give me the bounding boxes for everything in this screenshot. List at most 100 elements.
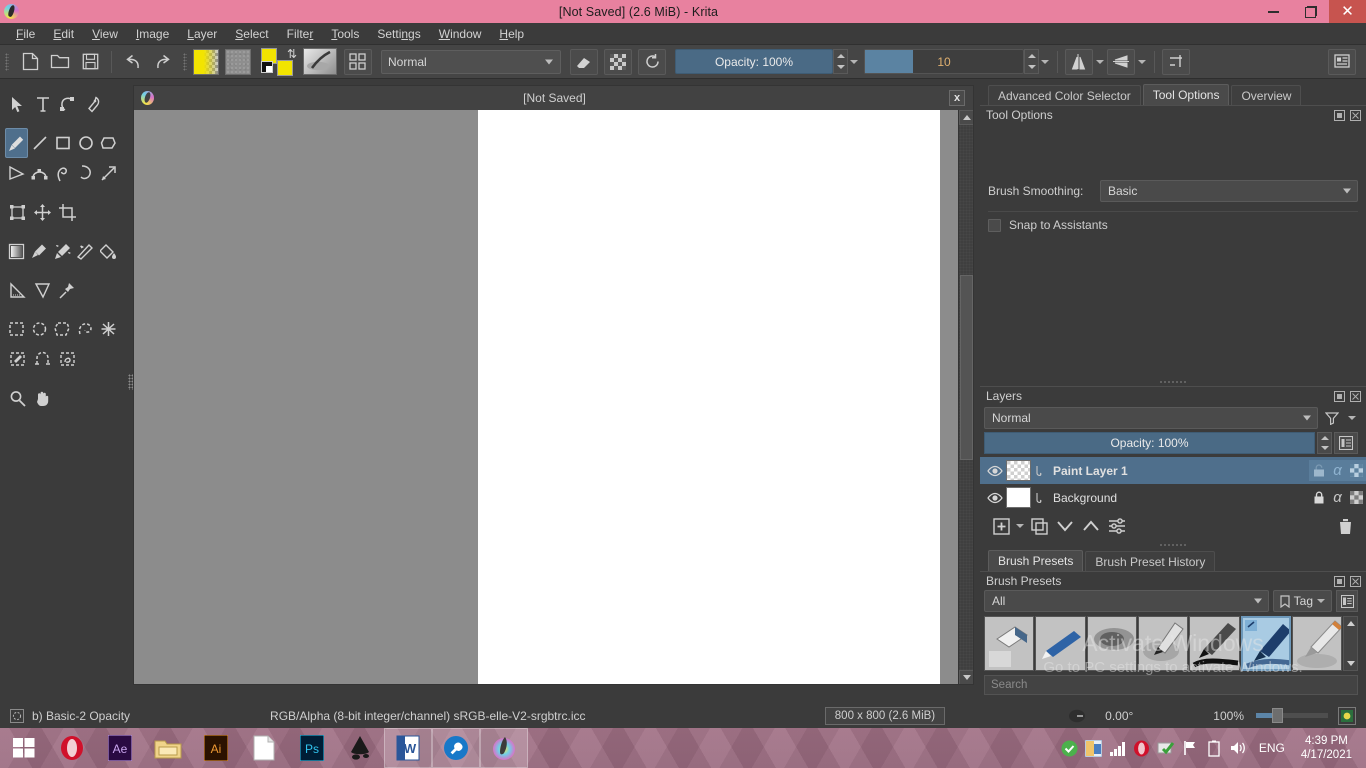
clock[interactable]: 4:39 PM 4/17/2021	[1295, 734, 1358, 762]
colorize-mask-tool[interactable]	[51, 236, 74, 266]
toolbar-grip-2[interactable]	[181, 51, 190, 73]
vertical-scroll-thumb[interactable]	[960, 275, 973, 460]
windows-start-icon[interactable]	[0, 728, 48, 768]
float-docker-icon[interactable]	[1333, 390, 1346, 403]
layer-thumbnail[interactable]	[1006, 487, 1031, 508]
status-rotation[interactable]: 0.00°	[1105, 709, 1133, 723]
layer-thumbnail[interactable]	[1006, 460, 1031, 481]
tab-tool-options[interactable]: Tool Options	[1142, 84, 1230, 105]
preset-search-input[interactable]: Search	[984, 675, 1358, 695]
layer-onion-icon[interactable]	[1034, 465, 1048, 477]
preset-pencil[interactable]	[1292, 616, 1343, 671]
document-close-button[interactable]: x	[949, 90, 965, 106]
flag-icon[interactable]	[1179, 728, 1201, 768]
calligraphy-tool[interactable]	[80, 89, 105, 119]
rectangle-tool[interactable]	[51, 128, 74, 158]
menu-filter[interactable]: Filter	[278, 25, 323, 43]
menu-help[interactable]: Help	[490, 25, 533, 43]
menu-select[interactable]: Select	[226, 25, 277, 43]
add-layer-button[interactable]	[988, 514, 1014, 538]
color-sampler-tool[interactable]	[28, 236, 51, 266]
layer-properties-button[interactable]	[1104, 514, 1130, 538]
preset-eraser-soft[interactable]	[984, 616, 1035, 671]
polygonal-selection-tool[interactable]	[51, 314, 74, 344]
document-canvas[interactable]	[478, 110, 940, 684]
select-shapes-tool[interactable]	[5, 89, 30, 119]
workspace-chooser-icon[interactable]	[1328, 48, 1356, 75]
blend-mode-select[interactable]: Normal	[381, 49, 561, 74]
layer-lock-icon[interactable]	[1309, 487, 1328, 508]
dynamic-brush-tool[interactable]	[74, 158, 97, 188]
layer-inherit-alpha-icon[interactable]	[1347, 487, 1366, 508]
undo-icon[interactable]	[119, 49, 147, 75]
bezier-curve-tool[interactable]	[28, 158, 51, 188]
tab-advanced-color-selector[interactable]: Advanced Color Selector	[988, 85, 1141, 105]
scroll-up-button[interactable]	[959, 110, 973, 125]
preset-scrollbar[interactable]	[1343, 616, 1359, 671]
delete-layer-button[interactable]	[1332, 514, 1358, 538]
docker-splitter-1[interactable]	[980, 378, 1366, 386]
restore-button[interactable]	[1292, 0, 1329, 23]
word-icon[interactable]: W	[384, 728, 432, 768]
transform-tool[interactable]	[5, 197, 30, 227]
selection-mask-icon[interactable]	[10, 708, 24, 723]
mirror-vertical-icon[interactable]	[1107, 48, 1135, 75]
color-management-icon[interactable]	[1338, 706, 1356, 725]
network-signal-icon[interactable]	[1107, 728, 1129, 768]
preset-filter-select[interactable]: All	[984, 590, 1269, 612]
move-tool[interactable]	[30, 197, 55, 227]
layer-blend-mode-select[interactable]: Normal	[984, 407, 1318, 429]
ellipse-tool[interactable]	[74, 128, 97, 158]
reset-colors-icon[interactable]	[261, 60, 273, 73]
layer-alpha-icon[interactable]: α	[1328, 487, 1347, 508]
menu-edit[interactable]: Edit	[44, 25, 83, 43]
layer-properties-icon[interactable]	[1334, 432, 1358, 454]
filter-icon[interactable]	[1322, 411, 1342, 425]
brush-preset-preview[interactable]	[303, 48, 337, 75]
eraser-mode-button[interactable]	[570, 48, 598, 75]
gradient-swatch[interactable]	[193, 48, 219, 75]
swap-colors-icon[interactable]: ⇅	[287, 47, 297, 61]
krita-icon[interactable]	[480, 728, 528, 768]
file-explorer-icon[interactable]	[144, 728, 192, 768]
preserve-alpha-button[interactable]	[604, 48, 632, 75]
move-layer-up-button[interactable]	[1078, 514, 1104, 538]
opacity-slider[interactable]: Opacity: 100%	[675, 49, 833, 74]
snap-to-assistants-row[interactable]: Snap to Assistants	[988, 212, 1358, 238]
mirror-horizontal-dropdown-icon[interactable]	[1094, 59, 1106, 64]
layer-row-background[interactable]: Background α	[980, 484, 1366, 511]
multibrush-tool[interactable]	[97, 158, 120, 188]
scroll-down-button[interactable]	[959, 670, 973, 684]
edit-shapes-tool[interactable]	[55, 89, 80, 119]
language-indicator[interactable]: ENG	[1251, 741, 1293, 755]
menu-view[interactable]: View	[83, 25, 127, 43]
preset-ink-pen[interactable]	[1189, 616, 1240, 671]
canvas-vertical-scrollbar[interactable]	[958, 110, 973, 684]
similar-color-selection-tool[interactable]	[55, 344, 80, 374]
add-layer-dropdown-icon[interactable]	[1014, 524, 1026, 528]
status-dimensions[interactable]: 800 x 800 (2.6 MiB)	[824, 706, 946, 725]
polygon-tool[interactable]	[97, 128, 120, 158]
preset-scroll-down-icon[interactable]	[1344, 657, 1357, 670]
pattern-swatch[interactable]	[225, 48, 251, 75]
docker-splitter-2[interactable]	[980, 541, 1366, 549]
layer-name[interactable]: Background	[1048, 491, 1309, 505]
gradient-tool[interactable]	[5, 236, 28, 266]
brush-smoothing-select[interactable]: Basic	[1100, 180, 1358, 202]
opera-tray-icon[interactable]	[1131, 728, 1153, 768]
mirror-vertical-dropdown-icon[interactable]	[1136, 59, 1148, 64]
assistant-tool[interactable]	[55, 275, 80, 305]
menu-file[interactable]: File	[7, 25, 44, 43]
volume-icon[interactable]	[1227, 728, 1249, 768]
inkscape-icon[interactable]	[336, 728, 384, 768]
reload-preset-button[interactable]	[638, 48, 666, 75]
security-ok-icon[interactable]	[1059, 728, 1081, 768]
preset-airbrush-soft[interactable]	[1086, 616, 1138, 671]
move-layer-down-button[interactable]	[1052, 514, 1078, 538]
layer-opacity-spinner[interactable]	[1317, 432, 1332, 454]
tool-wrench-icon[interactable]	[432, 728, 480, 768]
tab-brush-presets[interactable]: Brush Presets	[988, 550, 1084, 571]
tab-brush-preset-history[interactable]: Brush Preset History	[1085, 551, 1216, 571]
zoom-tool[interactable]	[5, 383, 30, 413]
measure-tool[interactable]	[5, 275, 30, 305]
